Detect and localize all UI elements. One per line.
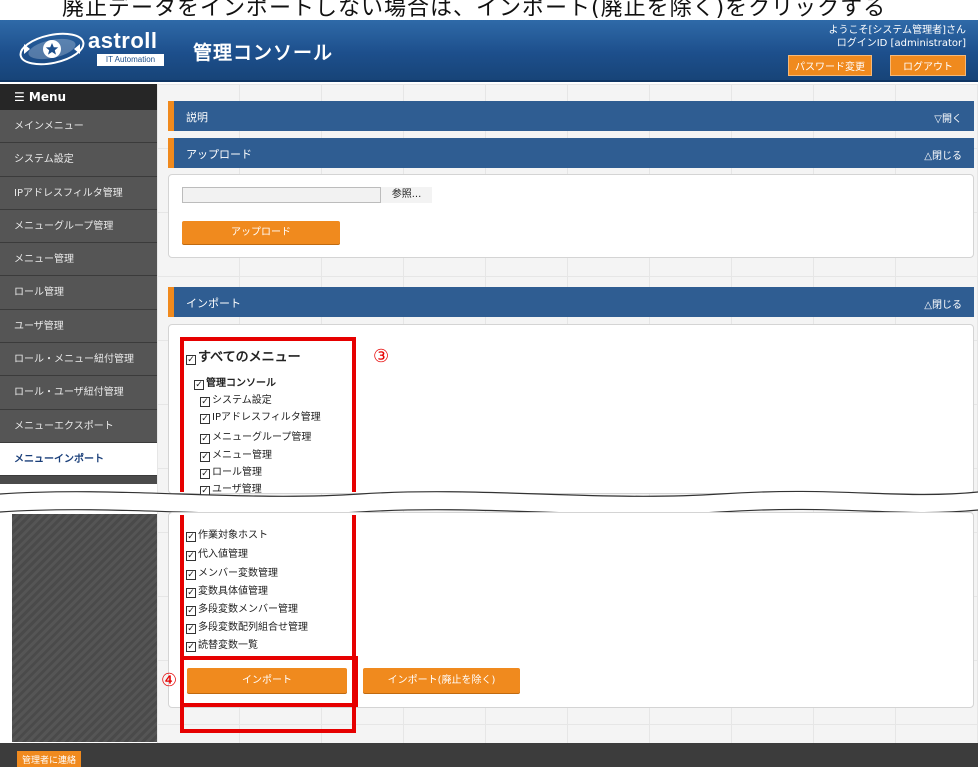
browse-button[interactable]: 参照... — [380, 187, 432, 203]
user-info: ようこそ[システム管理者]さん ログインID [administrator] — [828, 24, 966, 50]
sidebar-item-role-management[interactable]: ロール管理 — [0, 276, 157, 310]
app-header: astroll IT Automation 管理コンソール ようこそ[システム管… — [0, 20, 978, 82]
sidebar-item-system-settings[interactable]: システム設定 — [0, 143, 157, 177]
description-title: 説明 — [186, 111, 208, 124]
logo-subtitle: IT Automation — [97, 54, 164, 66]
instruction-caption: 廃止データをインポートしない場合は、インポート(廃止を除く)をクリックする — [0, 0, 978, 20]
sidebar: ☰ Menu メインメニュー システム設定 IPアドレスフィルタ管理 メニューグ… — [0, 84, 157, 484]
header-buttons: パスワード変更 ログアウト — [788, 55, 966, 76]
sidebar-item-menu-import[interactable]: メニューインポート — [0, 442, 157, 477]
upload-title: アップロード — [186, 148, 252, 161]
description-toggle[interactable]: ▽開く — [934, 110, 962, 125]
logo: astroll IT Automation — [18, 26, 168, 74]
import-excluding-discarded-button[interactable]: インポート(廃止を除く) — [363, 668, 520, 693]
menu-header[interactable]: ☰ Menu — [0, 84, 157, 110]
sidebar-item-role-menu-link[interactable]: ロール・メニュー紐付管理 — [0, 343, 157, 377]
upload-toggle[interactable]: △閉じる — [924, 147, 962, 162]
caption-text: 廃止データをインポートしない場合は、インポート(廃止を除く)をクリックする — [62, 0, 887, 20]
change-password-button[interactable]: パスワード変更 — [788, 55, 872, 76]
app-title: 管理コンソール — [193, 42, 334, 64]
sidebar-item-menu-group[interactable]: メニューグループ管理 — [0, 209, 157, 244]
sidebar-item-user-management[interactable]: ユーザ管理 — [0, 309, 157, 344]
logo-name: astroll — [88, 28, 158, 53]
sidebar-item-ip-filter[interactable]: IPアドレスフィルタ管理 — [0, 176, 157, 210]
sidebar-continuation — [12, 514, 157, 742]
import-toggle[interactable]: △閉じる — [924, 296, 962, 311]
sidebar-item-menu-export[interactable]: メニューエクスポート — [0, 409, 157, 443]
description-section-header[interactable]: 説明 ▽開く — [168, 101, 974, 131]
step3-marker: ③ — [373, 346, 390, 367]
sidebar-item-main-menu[interactable]: メインメニュー — [0, 110, 157, 144]
sidebar-item-menu-management[interactable]: メニュー管理 — [0, 243, 157, 277]
logo-emblem-icon — [19, 32, 85, 66]
footer: 管理者に連絡 — [0, 743, 978, 767]
upload-button[interactable]: アップロード — [182, 221, 340, 244]
upload-section-header[interactable]: アップロード △閉じる — [168, 138, 974, 168]
contact-admin-button[interactable]: 管理者に連絡 — [17, 751, 82, 767]
step4-highlight — [180, 656, 358, 707]
welcome-text: ようこそ[システム管理者]さん — [828, 25, 966, 36]
logout-button[interactable]: ログアウト — [890, 55, 966, 76]
step4-marker: ④ — [161, 670, 178, 691]
import-section-header[interactable]: インポート △閉じる — [168, 287, 974, 317]
login-id-text: ログインID [administrator] — [836, 38, 966, 49]
sidebar-item-role-user-link[interactable]: ロール・ユーザ紐付管理 — [0, 376, 157, 410]
import-title: インポート — [186, 297, 241, 310]
step3-highlight-upper — [180, 337, 356, 492]
